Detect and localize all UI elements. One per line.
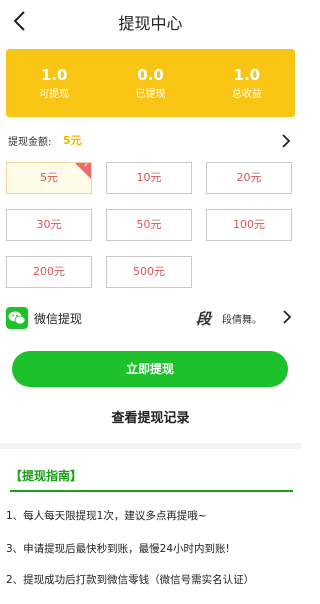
stat-available: 1.0 可提现 — [6, 49, 102, 117]
amount-option-500[interactable]: 500元 — [106, 256, 192, 288]
amount-option-30[interactable]: 30元 — [6, 209, 92, 241]
option-label: 5元 — [40, 171, 58, 184]
amount-option-20[interactable]: 20元 — [206, 162, 292, 194]
guide-item: 2、提现成功后打款到微信零钱（微信号需实名认证） — [6, 574, 255, 586]
check-icon: ✓ — [83, 162, 90, 169]
stat-withdrawn: 0.0 已提现 — [102, 49, 198, 117]
amount-option-10[interactable]: 10元 — [106, 162, 192, 194]
stats-card: 1.0 可提现 0.0 已提现 1.0 总收益 — [6, 49, 295, 117]
amount-option-100[interactable]: 100元 — [206, 209, 292, 241]
guide-item: 3、申请提现后最快秒到账，最慢24小时内到账! — [6, 543, 230, 555]
option-label: 10元 — [136, 171, 162, 184]
withdraw-now-button[interactable]: 立即提现 — [12, 351, 288, 387]
stat-total-income: 1.0 总收益 — [199, 49, 295, 117]
stat-value: 0.0 — [137, 66, 164, 84]
option-label: 50元 — [136, 218, 162, 231]
stat-label: 已提现 — [135, 89, 166, 100]
amount-option-5[interactable]: 5元 ✓ — [6, 162, 92, 194]
stat-value: 1.0 — [233, 66, 261, 84]
page-title: 提现中心 — [118, 14, 183, 33]
wechat-icon — [6, 307, 28, 329]
payment-method-label: 微信提现 — [34, 312, 83, 326]
guide-item: 1、每人每天限提现1次，建议多点再提哦~ — [6, 510, 207, 522]
view-records-link[interactable]: 查看提现记录 — [0, 407, 301, 426]
option-label: 200元 — [33, 265, 65, 278]
amount-option-200[interactable]: 200元 — [6, 256, 92, 288]
header: 提现中心 — [0, 0, 301, 42]
option-label: 30元 — [36, 218, 62, 231]
amount-option-50[interactable]: 50元 — [106, 209, 192, 241]
option-label: 20元 — [236, 171, 262, 184]
chevron-right-icon — [279, 133, 293, 153]
payment-method-row[interactable]: 微信提现 段 段倩舞。 — [6, 306, 294, 330]
user-avatar-signature: 段 — [196, 310, 212, 328]
stat-value: 1.0 — [40, 66, 68, 84]
guide-underline — [10, 490, 293, 492]
withdraw-amount-row[interactable]: 提现金额: 5元 — [8, 131, 293, 151]
section-divider — [0, 443, 301, 449]
amount-value: 5元 — [63, 134, 82, 147]
stat-label: 总收益 — [231, 89, 262, 100]
stat-label: 可提现 — [39, 89, 70, 100]
amount-label: 提现金额: — [8, 137, 52, 148]
guide-title: 【提现指南】 — [10, 469, 83, 483]
chevron-right-icon — [280, 309, 294, 329]
option-label: 100元 — [233, 218, 265, 231]
user-name: 段倩舞。 — [222, 315, 262, 326]
option-label: 500元 — [133, 265, 165, 278]
